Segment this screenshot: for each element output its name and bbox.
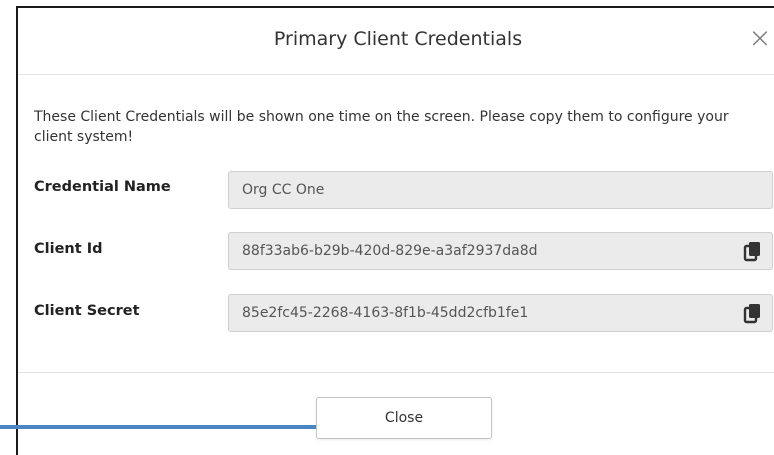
- client-id-value: 88f33ab6-b29b-420d-829e-a3af2937da8d: [242, 243, 538, 259]
- copy-icon[interactable]: [742, 302, 764, 324]
- credentials-dialog: Primary Client Credentials × These Clien…: [16, 6, 774, 455]
- client-secret-value: 85e2fc45-2268-4163-8f1b-45dd2cfb1fe1: [242, 305, 529, 321]
- credential-name-field[interactable]: Org CC One: [228, 171, 773, 209]
- credential-name-label: Credential Name: [34, 179, 171, 195]
- client-id-field[interactable]: 88f33ab6-b29b-420d-829e-a3af2937da8d: [228, 232, 773, 270]
- dialog-header: Primary Client Credentials ×: [18, 8, 774, 75]
- client-id-label: Client Id: [34, 241, 103, 257]
- close-icon[interactable]: ×: [746, 23, 774, 53]
- copy-icon[interactable]: [742, 240, 764, 262]
- footer-divider: [18, 372, 774, 373]
- close-button[interactable]: Close: [316, 397, 492, 439]
- screen: Primary Client Credentials × These Clien…: [0, 0, 774, 455]
- intro-text: These Client Credentials will be shown o…: [34, 109, 729, 145]
- callout-pointer-line: [0, 425, 316, 429]
- dialog-title: Primary Client Credentials: [273, 28, 523, 50]
- client-secret-field[interactable]: 85e2fc45-2268-4163-8f1b-45dd2cfb1fe1: [228, 294, 773, 332]
- credential-name-value: Org CC One: [242, 182, 325, 198]
- client-secret-label: Client Secret: [34, 303, 140, 319]
